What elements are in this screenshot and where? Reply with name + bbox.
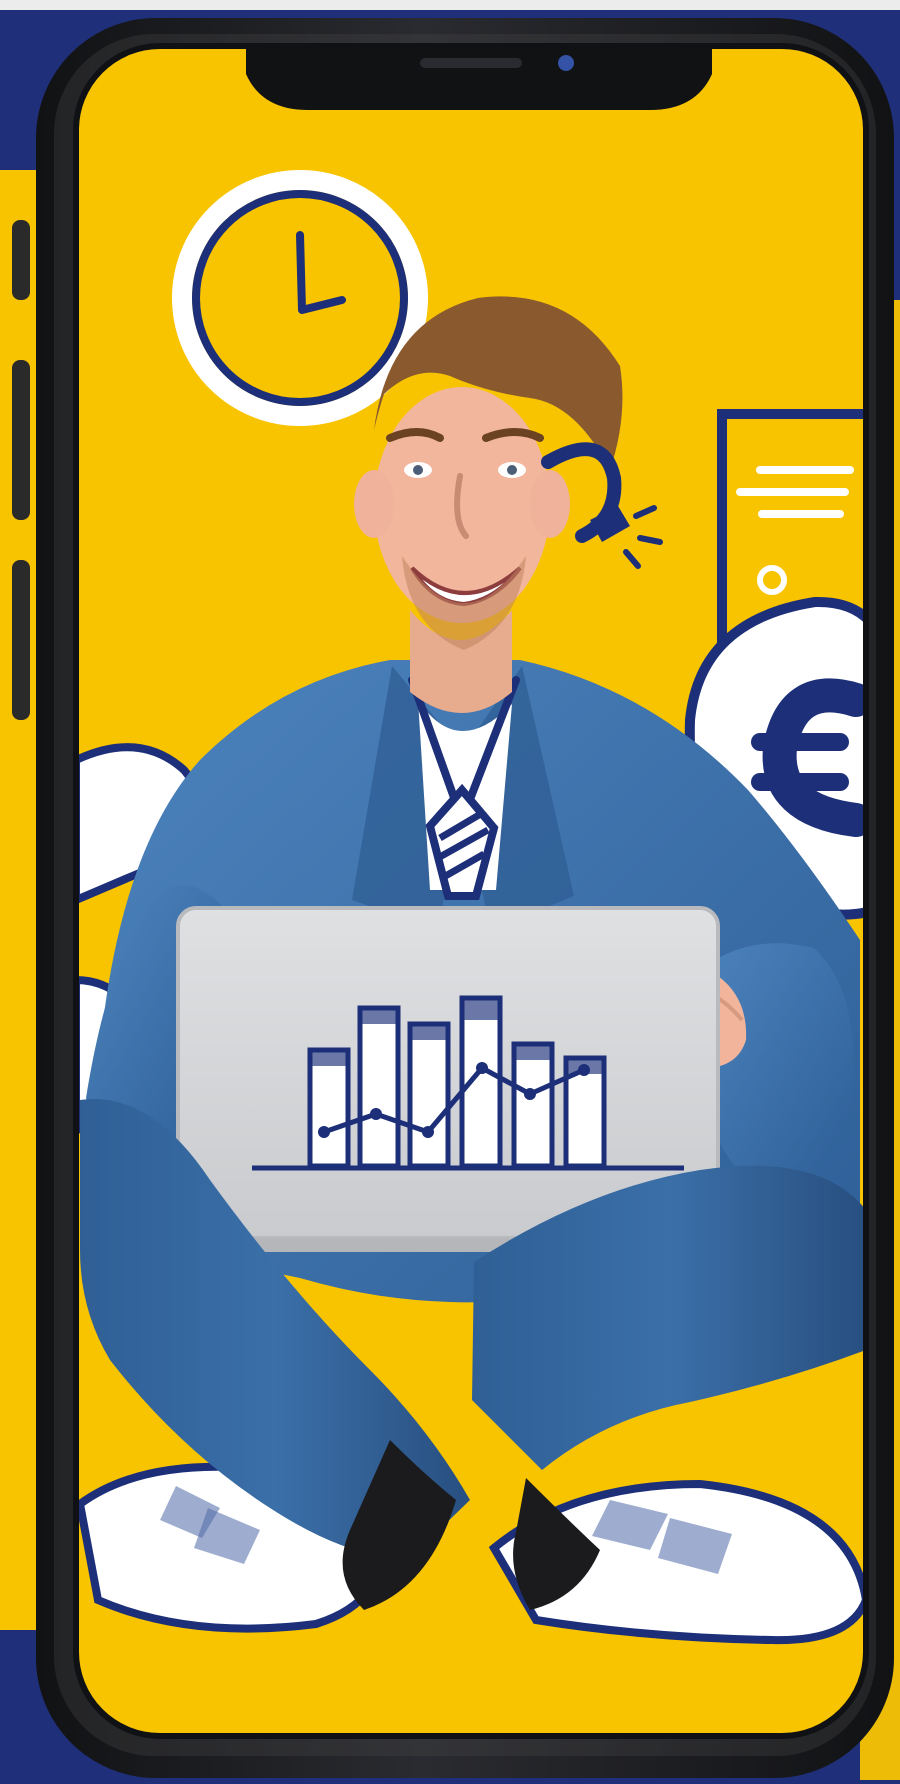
hero-phone-mockup (0, 0, 900, 1784)
mockup-illustration (0, 0, 900, 1784)
phone-screen (76, 46, 866, 1736)
phone-notch (246, 44, 712, 110)
